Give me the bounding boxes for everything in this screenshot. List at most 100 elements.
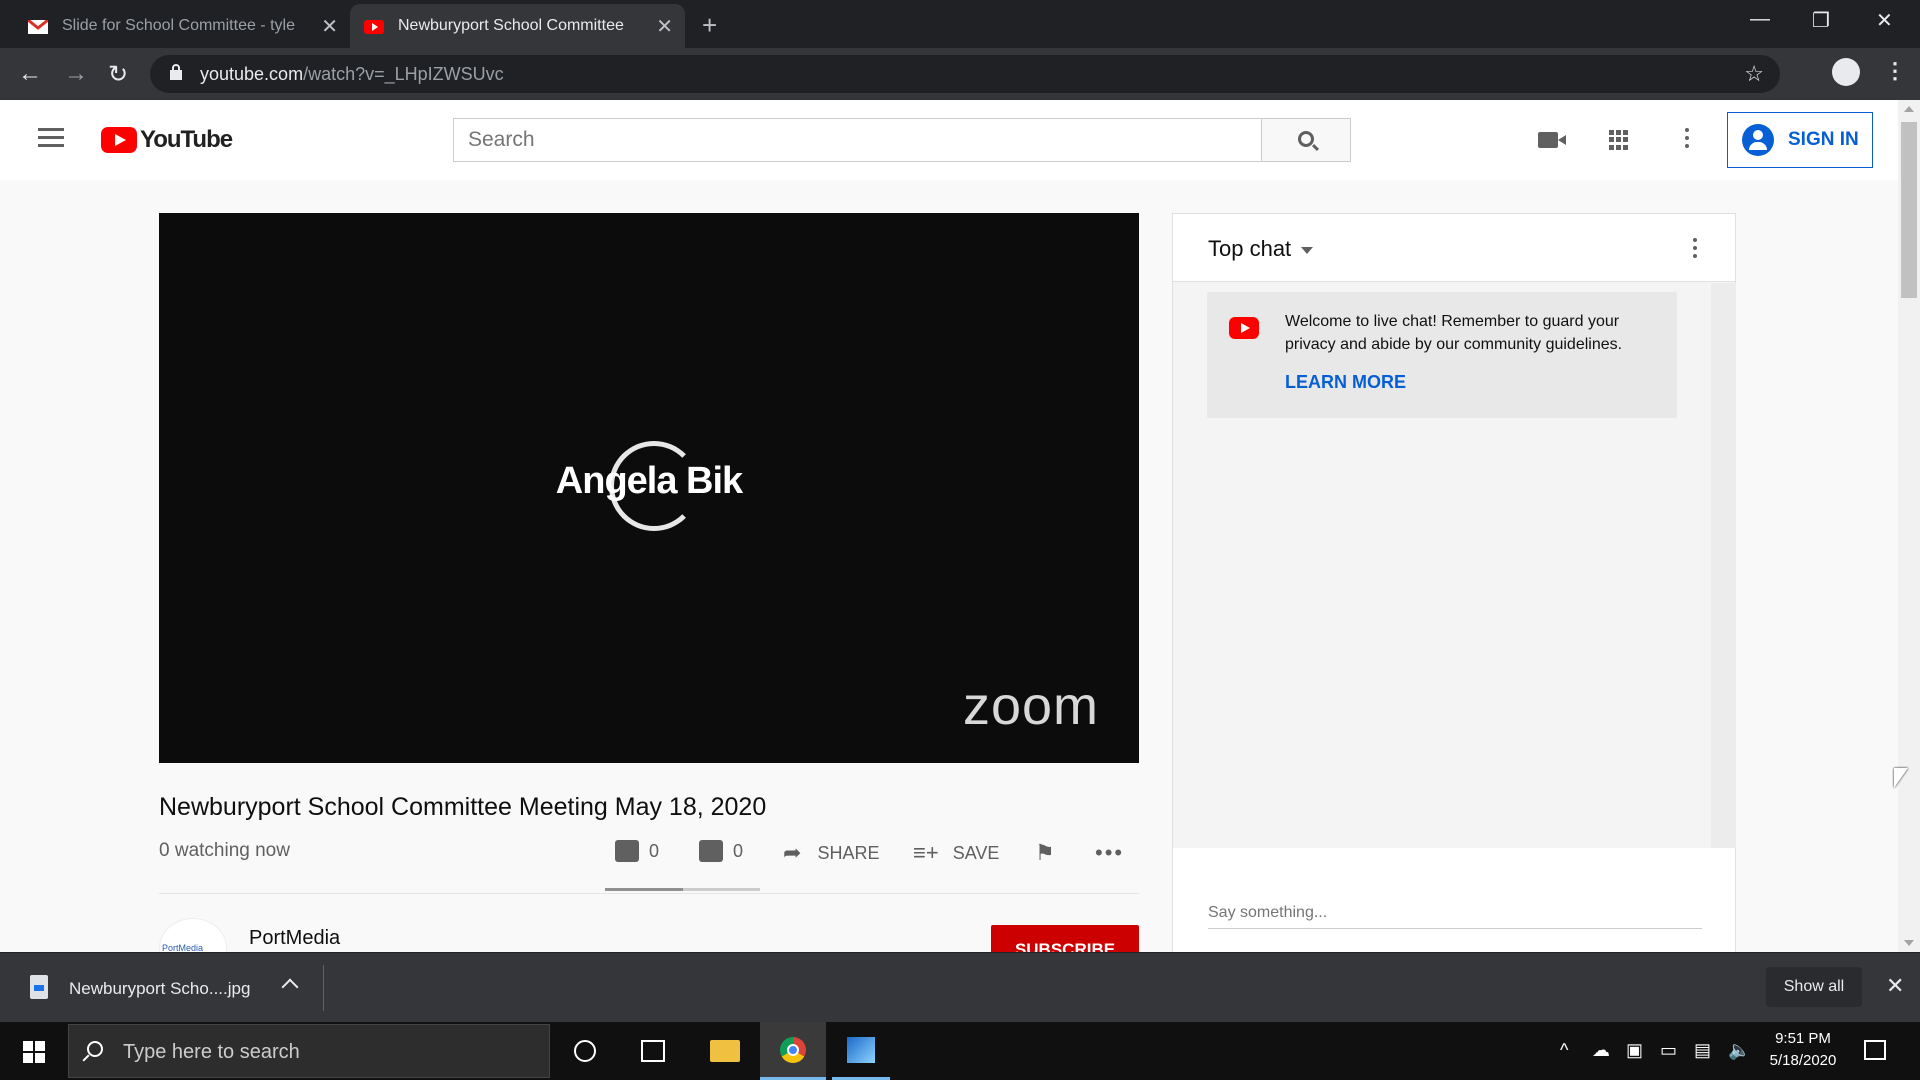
youtube-logo[interactable]: YouTube <box>101 126 233 154</box>
scrollbar-thumb[interactable] <box>1901 122 1917 298</box>
more-actions-button[interactable]: ••• <box>1095 840 1124 866</box>
logo-text: YouTube <box>140 126 233 153</box>
taskbar-search-placeholder: Type here to search <box>123 1041 300 1063</box>
sentiment-fill <box>605 888 683 891</box>
dislike-button[interactable]: 0 <box>699 840 743 862</box>
tab-youtube[interactable]: Newburyport School Committee ✕ <box>350 4 685 48</box>
profile-icon[interactable] <box>1832 58 1860 86</box>
image-file-icon <box>30 975 48 999</box>
chat-scrollbar[interactable] <box>1711 283 1736 848</box>
create-video-icon[interactable] <box>1538 132 1566 148</box>
browser-tab-strip: Slide for School Committee - tyle ✕ Newb… <box>0 0 1920 48</box>
youtube-play-icon <box>101 127 137 153</box>
volume-icon[interactable]: 🔈 <box>1728 1040 1750 1061</box>
video-player[interactable]: Angela Bik zoom <box>159 213 1139 763</box>
scroll-down-icon[interactable] <box>1904 940 1914 946</box>
share-arrow-icon: ➦ <box>783 840 802 865</box>
save-button[interactable]: ≡+ SAVE <box>913 840 999 866</box>
photos-taskbar-icon[interactable] <box>832 1022 890 1080</box>
flag-icon: ⚑ <box>1035 840 1055 865</box>
back-icon[interactable]: ← <box>18 60 42 88</box>
thumbs-down-icon <box>699 840 723 862</box>
dropdown-caret-icon <box>1301 246 1314 254</box>
tab-title: Newburyport School Committee <box>398 17 624 34</box>
zoom-watermark: zoom <box>962 676 1099 736</box>
new-tab-icon[interactable]: + <box>702 10 717 41</box>
clock-time: 9:51 PM <box>1775 1030 1831 1047</box>
browser-toolbar: ← → ↻ youtube.com/watch?v=_LHpIZWSUvc ☆ … <box>0 48 1920 100</box>
file-explorer-icon[interactable] <box>710 1040 740 1062</box>
close-window-icon[interactable]: ✕ <box>1876 8 1893 33</box>
chrome-menu-icon[interactable]: ⋮ <box>1884 58 1906 84</box>
url-text: youtube.com/watch?v=_LHpIZWSUvc <box>200 64 504 84</box>
close-shelf-icon[interactable]: ✕ <box>1886 973 1904 999</box>
video-title: Newburyport School Committee Meeting May… <box>159 793 767 821</box>
restore-icon[interactable]: ❐ <box>1812 8 1830 33</box>
channel-name[interactable]: PortMedia <box>249 927 340 950</box>
sentiment-bar <box>605 888 760 891</box>
share-label: SHARE <box>817 842 880 863</box>
hamburger-menu-icon[interactable] <box>38 128 64 148</box>
clock-date: 5/18/2020 <box>1769 1052 1837 1069</box>
minimize-icon[interactable]: — <box>1750 8 1770 31</box>
close-tab-icon[interactable]: ✕ <box>656 14 673 39</box>
windows-taskbar: Type here to search ^ ☁ ▣ ▭ ▤ 🔈 9:51 PM … <box>0 1022 1920 1080</box>
search-box[interactable] <box>453 118 1262 162</box>
tab-gmail[interactable]: Slide for School Committee - tyle ✕ <box>0 4 350 48</box>
bookmark-star-icon[interactable]: ☆ <box>1744 61 1764 87</box>
welcome-message: Welcome to live chat! Remember to guard … <box>1285 313 1623 353</box>
task-view-icon[interactable] <box>641 1040 665 1062</box>
share-button[interactable]: ➦ SHARE <box>783 840 879 866</box>
gmail-icon <box>27 18 49 34</box>
taskbar-clock[interactable]: 9:51 PM 5/18/2020 <box>1760 1028 1846 1072</box>
download-shelf: Newburyport Scho....jpg Show all ✕ <box>0 952 1920 1022</box>
like-button[interactable]: 0 <box>615 840 659 862</box>
playlist-add-icon: ≡+ <box>913 840 939 865</box>
battery-icon[interactable]: ▭ <box>1660 1040 1677 1061</box>
address-bar[interactable]: youtube.com/watch?v=_LHpIZWSUvc ☆ <box>150 55 1780 93</box>
page-scrollbar[interactable] <box>1898 100 1920 952</box>
taskbar-search-box[interactable]: Type here to search <box>68 1024 550 1078</box>
meet-now-icon[interactable]: ▣ <box>1626 1040 1643 1061</box>
chrome-taskbar-icon[interactable] <box>760 1022 826 1080</box>
youtube-icon <box>1229 317 1259 339</box>
scroll-up-icon[interactable] <box>1904 106 1914 112</box>
network-icon[interactable]: ▤ <box>1694 1040 1711 1061</box>
windows-start-icon[interactable] <box>23 1041 45 1063</box>
show-hidden-icons-icon[interactable]: ^ <box>1560 1040 1568 1061</box>
watching-count: 0 watching now <box>159 840 290 861</box>
top-chat-dropdown[interactable]: Top chat <box>1208 236 1314 262</box>
reload-icon[interactable]: ↻ <box>108 60 128 89</box>
search-icon <box>1298 131 1314 147</box>
close-tab-icon[interactable]: ✕ <box>321 14 338 39</box>
forward-icon[interactable]: → <box>64 60 88 88</box>
show-all-button[interactable]: Show all <box>1766 967 1862 1007</box>
action-center-icon[interactable] <box>1864 1040 1886 1060</box>
divider <box>159 893 1139 894</box>
lock-icon <box>170 64 182 80</box>
youtube-header: YouTube SIGN IN <box>0 100 1898 180</box>
youtube-icon <box>364 20 384 34</box>
chevron-up-icon[interactable] <box>281 978 299 996</box>
sign-in-label: SIGN IN <box>1788 129 1859 150</box>
dislike-count: 0 <box>733 840 744 861</box>
report-flag-button[interactable]: ⚑ <box>1035 840 1055 866</box>
search-input[interactable] <box>454 119 1261 161</box>
speaker-name: Angela Bik <box>555 460 743 502</box>
cortana-icon[interactable] <box>574 1040 596 1062</box>
learn-more-link[interactable]: LEARN MORE <box>1285 372 1406 393</box>
mouse-cursor-icon <box>1894 768 1908 788</box>
onedrive-icon[interactable]: ☁ <box>1592 1040 1610 1061</box>
download-item[interactable]: Newburyport Scho....jpg <box>69 979 250 999</box>
sign-in-button[interactable]: SIGN IN <box>1727 112 1873 168</box>
apps-grid-icon[interactable] <box>1609 130 1629 150</box>
settings-kebab-icon[interactable] <box>1685 128 1689 152</box>
chat-menu-kebab-icon[interactable] <box>1693 238 1697 262</box>
chat-message-input[interactable] <box>1208 904 1702 929</box>
like-count: 0 <box>649 840 660 861</box>
account-icon <box>1742 124 1774 156</box>
top-chat-label: Top chat <box>1208 236 1292 261</box>
chat-input-area <box>1172 848 1736 955</box>
search-button[interactable] <box>1261 118 1351 162</box>
tab-title: Slide for School Committee - tyle <box>62 17 295 34</box>
